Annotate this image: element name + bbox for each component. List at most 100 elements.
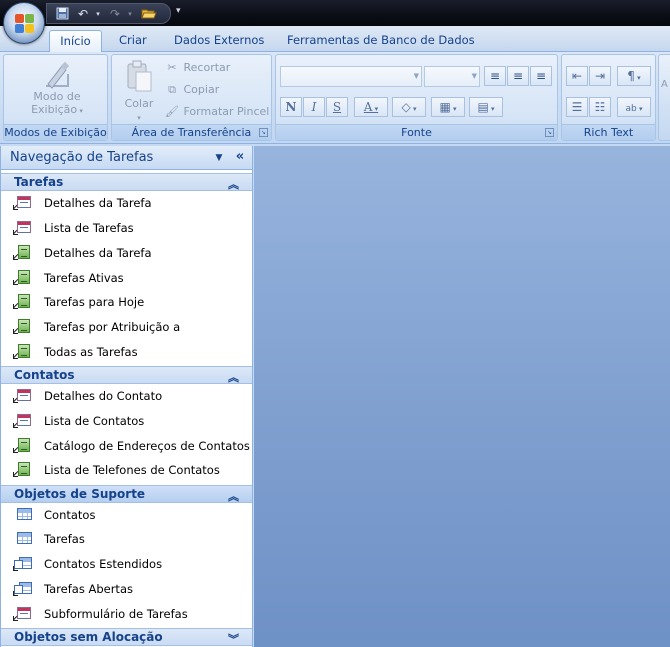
view-button-label-1: Modo de [33, 90, 81, 103]
bullets-button[interactable]: ☰ [566, 97, 588, 117]
chevron-down-icon: ▼ [413, 72, 419, 80]
nav-group-tarefas[interactable]: Tarefas ︽ [1, 173, 252, 192]
chevron-up-icon[interactable]: ︽ [228, 369, 239, 385]
document-workspace [254, 146, 670, 647]
undo-dropdown-icon[interactable]: ▾ [91, 7, 105, 21]
underline-button[interactable]: S [326, 97, 348, 117]
align-right-button[interactable]: ≡ [530, 66, 552, 86]
alternate-fill-button[interactable]: ▤ ▾ [469, 97, 503, 117]
save-icon[interactable] [55, 7, 69, 21]
group-font: ▼ ▼ ≡ ≡ ≡ N I S A ▾ ◇ ▾ ▦ ▾ ▤ ▾ Fonte ↘ [275, 54, 558, 141]
italic-button[interactable]: I [303, 97, 325, 117]
chevron-down-icon[interactable]: ︾ [228, 631, 239, 647]
title-bar: ↶ ▾ ↷ ▾ ▾ [0, 0, 670, 26]
list-item[interactable]: Catálogo de Endereços de Contatos [1, 434, 252, 458]
highlight-button[interactable]: ab ▾ [617, 97, 651, 117]
copy-icon: ⧉ [168, 83, 176, 96]
align-center-button[interactable]: ≡ [507, 66, 529, 86]
increase-indent-icon: ⇥ [594, 69, 606, 83]
gridlines-button[interactable]: ▦ ▾ [431, 97, 465, 117]
list-item[interactable]: Tarefas por Atribuição a [1, 315, 252, 339]
clipboard-dialog-launcher-icon[interactable]: ↘ [259, 128, 268, 137]
list-item[interactable]: Lista de Tarefas [1, 216, 252, 240]
tab-ferramentas-banco-dados[interactable]: Ferramentas de Banco de Dados [281, 30, 481, 52]
list-item[interactable]: Tarefas [1, 527, 252, 551]
cut-button[interactable]: ✂ Recortar [164, 59, 230, 77]
tab-criar[interactable]: Criar [113, 30, 153, 52]
list-item[interactable]: Contatos Estendidos [1, 552, 252, 576]
font-dialog-launcher-icon[interactable]: ↘ [545, 128, 554, 137]
align-center-icon: ≡ [512, 69, 524, 83]
undo-icon[interactable]: ↶ [76, 7, 90, 21]
list-item[interactable]: Tarefas Abertas [1, 577, 252, 601]
navigation-pane-header[interactable]: Navegação de Tarefas ▼ « [1, 146, 252, 170]
ribbon-tab-strip: Início Criar Dados Externos Ferramentas … [0, 26, 670, 53]
list-item-label: Detalhes da Tarefa [44, 246, 152, 260]
list-item-label: Lista de Telefones de Contatos [44, 463, 220, 477]
font-color-button[interactable]: A ▾ [354, 97, 388, 117]
list-item[interactable]: Lista de Contatos [1, 409, 252, 433]
list-item[interactable]: Lista de Telefones de Contatos [1, 458, 252, 482]
nav-menu-dropdown-icon[interactable]: ▼ [213, 153, 225, 163]
list-item[interactable]: Tarefas para Hoje [1, 290, 252, 314]
list-item-label: Detalhes da Tarefa [44, 196, 152, 210]
align-left-icon: ≡ [489, 69, 501, 83]
nav-group-label: Contatos [14, 368, 75, 382]
redo-icon[interactable]: ↷ [108, 7, 122, 21]
chevron-up-icon[interactable]: ︽ [228, 488, 239, 504]
navigation-pane: Navegação de Tarefas ▼ « Tarefas ︽ Detal… [0, 146, 253, 647]
list-item-label: Lista de Tarefas [44, 221, 134, 235]
nav-group-objetos-de-suporte[interactable]: Objetos de Suporte ︽ [1, 485, 252, 504]
font-size-combo[interactable]: ▼ [424, 66, 480, 87]
list-item[interactable]: Todas as Tarefas [1, 340, 252, 364]
increase-indent-button[interactable]: ⇥ [589, 66, 611, 86]
list-item-label: Subformulário de Tarefas [44, 607, 188, 621]
report-icon [13, 344, 33, 360]
customize-qat-icon[interactable]: ▾ [176, 6, 181, 16]
numbering-button[interactable]: ☷ [589, 97, 611, 117]
form-icon [13, 220, 33, 236]
ribbon-overflow-group[interactable]: A [658, 54, 670, 141]
font-name-combo[interactable]: ▼ [280, 66, 422, 87]
numbered-list-icon: ☷ [594, 100, 606, 114]
pilcrow-icon: ¶ [627, 69, 635, 83]
bold-button[interactable]: N [280, 97, 302, 117]
list-item[interactable]: Subformulário de Tarefas [1, 602, 252, 626]
list-item-label: Tarefas [44, 532, 85, 546]
chevron-up-icon[interactable]: ︽ [228, 176, 239, 192]
navigation-pane-title: Navegação de Tarefas [10, 150, 154, 165]
decrease-indent-button[interactable]: ⇤ [566, 66, 588, 86]
nav-group-contatos[interactable]: Contatos ︽ [1, 366, 252, 385]
group-views: Modo de Exibição ▾ Modos de Exibição [3, 54, 108, 141]
decrease-indent-icon: ⇤ [571, 69, 583, 83]
paste-button[interactable]: Colar ▾ [118, 59, 160, 125]
list-item[interactable]: Tarefas Ativas [1, 266, 252, 290]
list-item[interactable]: Contatos [1, 503, 252, 527]
view-button[interactable]: Modo de Exibição ▾ [22, 60, 92, 118]
group-clipboard: Colar ▾ ✂ Recortar ⧉ Copiar 🖌 Formatar Pi… [111, 54, 272, 141]
list-item[interactable]: Detalhes da Tarefa [1, 241, 252, 265]
list-item-label: Tarefas para Hoje [44, 295, 145, 309]
format-painter-button[interactable]: 🖌 Formatar Pincel [164, 103, 269, 121]
text-direction-button[interactable]: ¶ ▾ [617, 66, 651, 86]
highlighter-icon: ab [625, 104, 637, 114]
list-item-label: Detalhes do Contato [44, 389, 163, 403]
report-icon [13, 319, 33, 335]
scissors-icon: ✂ [167, 61, 177, 74]
tab-dados-externos[interactable]: Dados Externos [168, 30, 270, 52]
group-label-font: Fonte [276, 124, 557, 140]
collapse-pane-icon[interactable]: « [233, 150, 247, 164]
fill-color-button[interactable]: ◇ ▾ [392, 97, 426, 117]
list-item[interactable]: Detalhes da Tarefa [1, 191, 252, 215]
redo-dropdown-icon[interactable]: ▾ [123, 7, 137, 21]
open-folder-icon[interactable] [141, 7, 157, 21]
copy-button[interactable]: ⧉ Copiar [164, 81, 219, 99]
tab-inicio[interactable]: Início [49, 30, 102, 53]
nav-group-objetos-sem-alocacao[interactable]: Objetos sem Alocação ︾ [1, 628, 252, 647]
gridlines-icon: ▦ [439, 100, 451, 114]
align-left-button[interactable]: ≡ [484, 66, 506, 86]
report-icon [13, 438, 33, 454]
query-icon [13, 581, 33, 597]
list-item[interactable]: Detalhes do Contato [1, 384, 252, 408]
office-button[interactable] [3, 2, 45, 44]
